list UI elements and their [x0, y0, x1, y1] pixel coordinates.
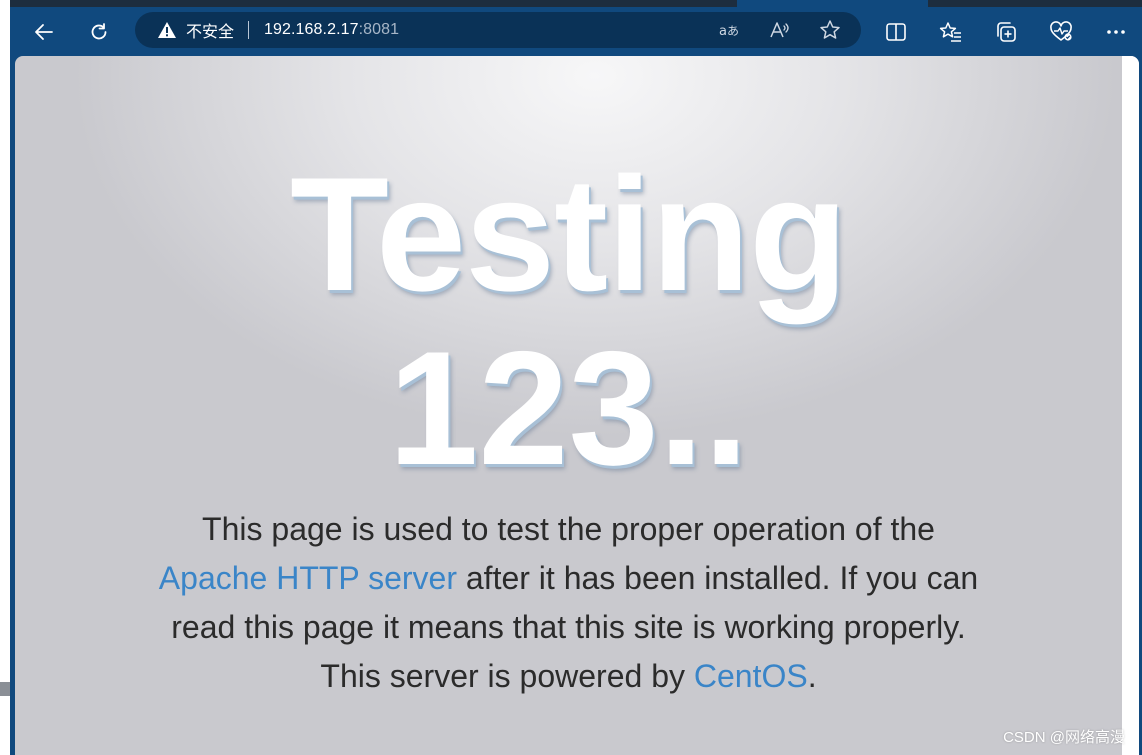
lead-line-1: This page is used to test the proper ope… — [202, 511, 935, 547]
browser-toolbar: 不安全 192.168.2.17:8081 aあ — [10, 10, 1142, 54]
page-headline-line-2: 123.. — [388, 318, 749, 499]
svg-text:あ: あ — [727, 24, 739, 38]
heart-pulse-icon[interactable] — [1043, 14, 1079, 50]
page-scrollbar[interactable] — [1122, 56, 1139, 755]
browser-window: 不安全 192.168.2.17:8081 aあ Testing 123.. T… — [10, 0, 1142, 755]
more-dots-icon[interactable] — [1098, 14, 1134, 50]
lead-line-4-period: . — [807, 658, 817, 694]
page-headline-line-1: Testing — [290, 144, 848, 325]
svg-text:a: a — [719, 24, 727, 39]
back-arrow-icon[interactable] — [26, 14, 62, 50]
lead-line-2: Apache HTTP server after it has been ins… — [15, 554, 1122, 603]
desktop-edge-mark — [0, 682, 10, 696]
tab-strip-tab-2[interactable] — [928, 0, 1142, 7]
star-icon[interactable] — [812, 12, 848, 48]
split-screen-icon[interactable] — [878, 14, 914, 50]
collections-icon[interactable] — [988, 14, 1024, 50]
lead-line-3: read this page it means that this site i… — [171, 609, 966, 645]
url-port: :8081 — [358, 21, 400, 38]
lead-line-4: This server is powered by CentOS. — [15, 652, 1122, 701]
centos-link[interactable]: CentOS — [694, 658, 808, 694]
favorites-list-icon[interactable] — [933, 14, 969, 50]
refresh-icon[interactable] — [81, 14, 117, 50]
lead-line-4-text: This server is powered by — [320, 658, 694, 694]
translate-icon[interactable]: aあ — [711, 12, 747, 48]
address-separator — [248, 21, 250, 39]
page-lead-paragraph: This page is used to test the proper ope… — [15, 505, 1122, 701]
warning-triangle-icon[interactable] — [156, 19, 178, 41]
url-text[interactable]: 192.168.2.17:8081 — [264, 21, 399, 39]
security-status-label[interactable]: 不安全 — [186, 18, 234, 42]
desktop-edge — [0, 0, 10, 755]
page-viewport: Testing 123.. This page is used to test … — [15, 56, 1139, 755]
apache-http-server-link[interactable]: Apache HTTP server — [159, 560, 457, 596]
url-host: 192.168.2.17 — [264, 21, 359, 38]
watermark-text: CSDN @网络高漫 — [1003, 729, 1125, 746]
read-aloud-icon[interactable] — [762, 12, 798, 48]
lead-line-2-text: after it has been installed. If you can — [456, 560, 979, 596]
tab-strip-tab[interactable] — [10, 0, 737, 7]
address-bar[interactable]: 不安全 192.168.2.17:8081 aあ — [135, 12, 861, 48]
